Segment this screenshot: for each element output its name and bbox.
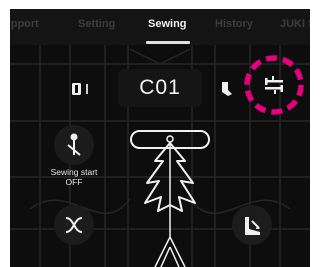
sewing-start-button[interactable] [54, 125, 94, 165]
sewing-screen: upport Setting Sewing History JUKI S C01 [10, 9, 310, 267]
presser-foot-icon [245, 217, 260, 235]
foot-icon[interactable] [220, 80, 234, 98]
pattern-code[interactable]: C01 [128, 76, 192, 100]
swap-icon [265, 76, 283, 94]
presser-foot-button[interactable] [232, 205, 272, 245]
tab-setting[interactable]: Setting [78, 18, 115, 30]
curve-stitch-icon [65, 217, 83, 233]
swap-button[interactable] [242, 53, 306, 117]
sewing-start-label: Sewing start [50, 167, 98, 177]
tab-juki[interactable]: JUKI S [280, 18, 310, 30]
curve-stitch-button[interactable] [54, 205, 94, 245]
tab-history[interactable]: History [215, 18, 253, 30]
sewing-start-value: OFF [65, 177, 83, 187]
active-tab-indicator [146, 41, 190, 44]
bobbin-icon[interactable] [72, 80, 96, 98]
tab-sewing[interactable]: Sewing [148, 18, 187, 30]
tab-support[interactable]: upport [10, 18, 39, 30]
tab-bar: upport Setting Sewing History JUKI S [10, 9, 310, 45]
needle-icon [67, 133, 81, 156]
highlight-circle [244, 55, 304, 115]
pattern-preview [130, 130, 210, 267]
